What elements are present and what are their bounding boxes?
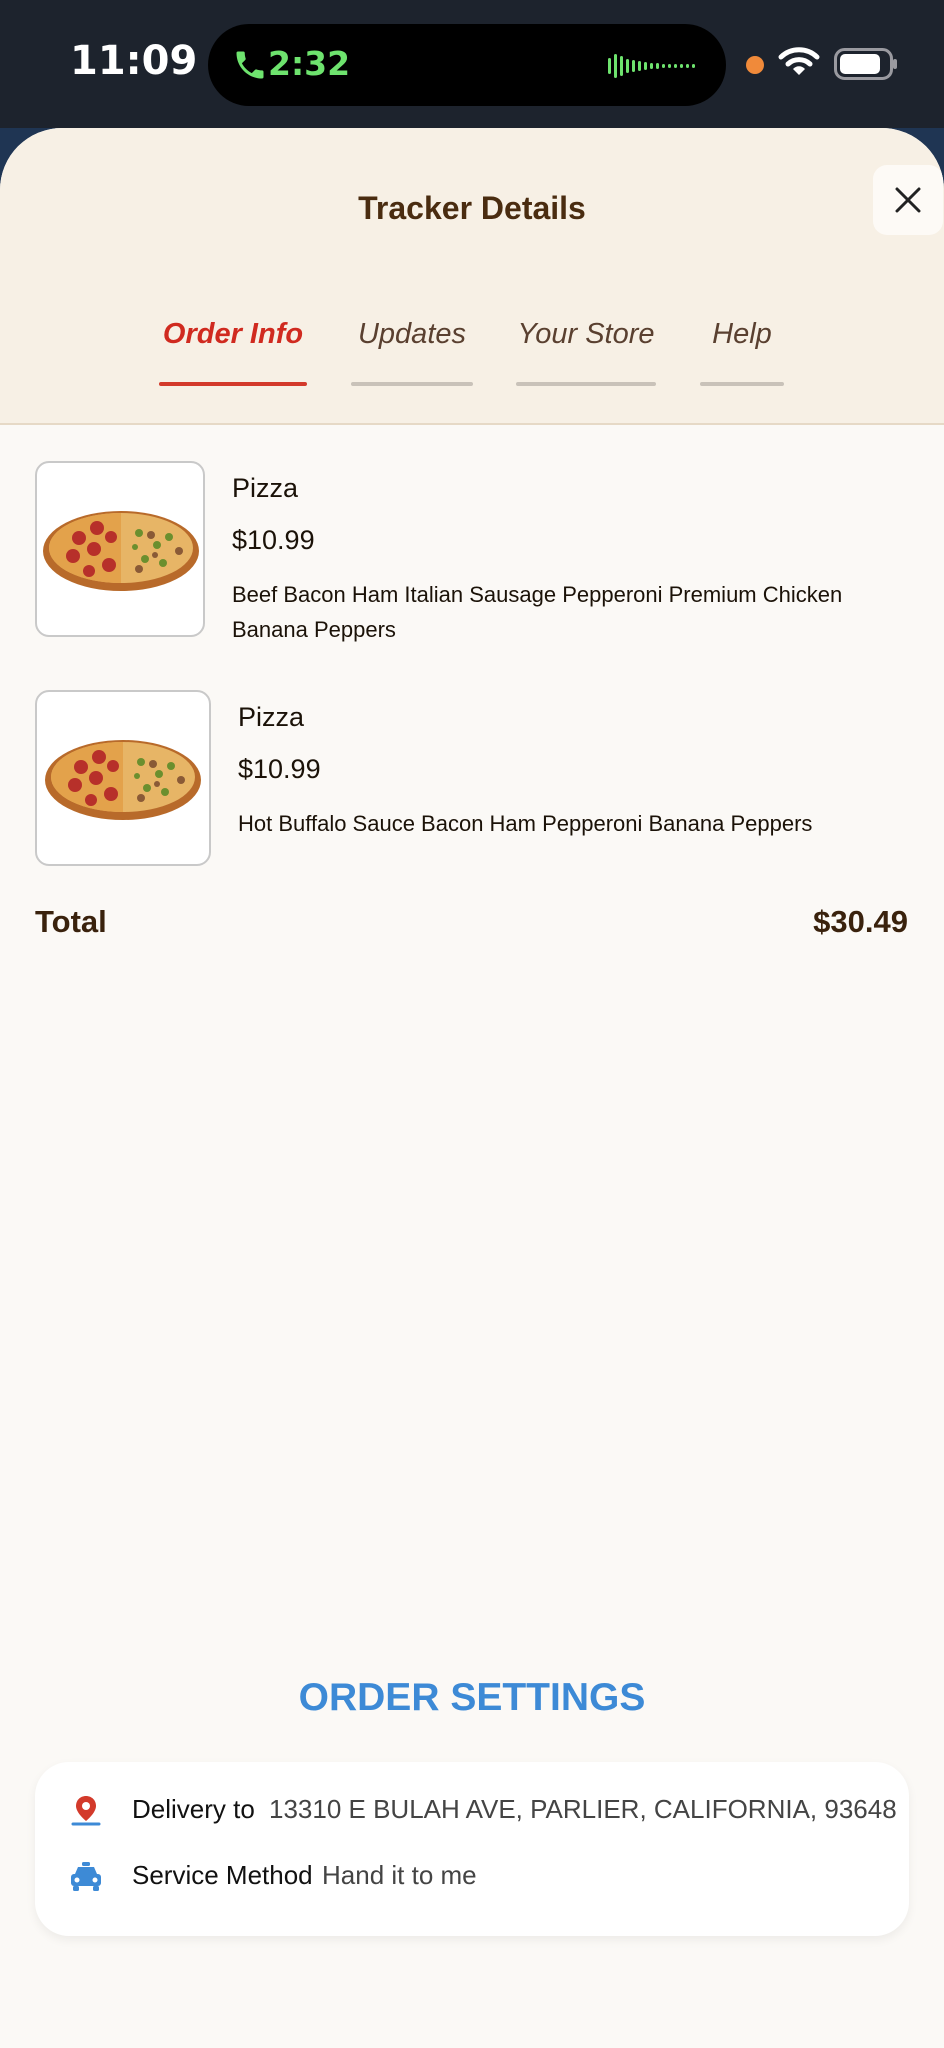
- pizza-icon: [45, 740, 201, 820]
- tab-label: Help: [712, 318, 772, 350]
- item-price: $10.99: [238, 754, 321, 784]
- tab-indicator: [700, 382, 784, 386]
- status-time: 11:09: [70, 38, 198, 84]
- battery-icon: [834, 48, 897, 80]
- item-name: Pizza: [232, 473, 299, 503]
- sheet-header: Tracker Details Order Info Updates Your …: [0, 128, 944, 425]
- service-method-row[interactable]: Service Method Hand it to me: [35, 1852, 909, 1902]
- delivery-address: 13310 E BULAH AVE, PARLIER, CALIFORNIA, …: [269, 1794, 897, 1824]
- pizza-icon: [43, 511, 199, 591]
- close-button[interactable]: [873, 165, 943, 235]
- waveform-icon: [608, 54, 695, 78]
- tracker-details-sheet: Tracker Details Order Info Updates Your …: [0, 128, 944, 2048]
- order-item: Pizza $10.99 Hot Buffalo Sauce Bacon Ham…: [35, 690, 915, 866]
- item-price: $10.99: [232, 525, 315, 555]
- call-timer: 2:32: [268, 44, 351, 83]
- item-toppings: Hot Buffalo Sauce Bacon Ham Pepperoni Ba…: [238, 811, 813, 836]
- order-item: Pizza $10.99 Beef Bacon Ham Italian Saus…: [35, 461, 915, 642]
- tab-order-info[interactable]: Order Info: [159, 308, 307, 386]
- car-icon: [71, 1862, 101, 1891]
- delivery-row[interactable]: Delivery to 13310 E BULAH AVE, PARLIER, …: [35, 1786, 909, 1836]
- pizza-image: [35, 690, 211, 866]
- pizza-image: [35, 461, 205, 637]
- tab-updates[interactable]: Updates: [351, 308, 473, 386]
- page-title: Tracker Details: [358, 190, 586, 226]
- tab-label: Order Info: [162, 318, 304, 350]
- dynamic-island[interactable]: 2:32: [208, 24, 726, 106]
- tab-your-store[interactable]: Your Store: [516, 308, 656, 386]
- item-toppings: Beef Bacon Ham Italian Sausage Pepperoni…: [232, 582, 843, 642]
- tab-indicator: [516, 382, 656, 386]
- phone-icon: [236, 51, 264, 79]
- close-icon: [895, 187, 921, 213]
- status-bar: 11:09 2:32: [0, 0, 944, 130]
- tab-label: Your Store: [517, 318, 655, 350]
- tab-bar: Order Info Updates Your Store Help: [0, 308, 944, 388]
- order-settings-title: ORDER SETTINGS: [298, 1676, 646, 1719]
- service-method-label: Service Method: [132, 1860, 313, 1890]
- delivery-label: Delivery to: [132, 1794, 255, 1824]
- location-pin-icon: [71, 1796, 101, 1826]
- item-name: Pizza: [238, 702, 305, 732]
- wifi-icon: [778, 47, 820, 75]
- service-method-value: Hand it to me: [322, 1860, 477, 1890]
- total-value: $30.49: [813, 904, 908, 939]
- tab-label: Updates: [357, 318, 466, 350]
- tab-indicator: [159, 382, 307, 386]
- order-settings-card: Delivery to 13310 E BULAH AVE, PARLIER, …: [35, 1762, 909, 1936]
- tab-help[interactable]: Help: [700, 308, 784, 386]
- tab-indicator: [351, 382, 473, 386]
- privacy-indicator: [746, 56, 764, 74]
- total-label: Total: [35, 904, 107, 939]
